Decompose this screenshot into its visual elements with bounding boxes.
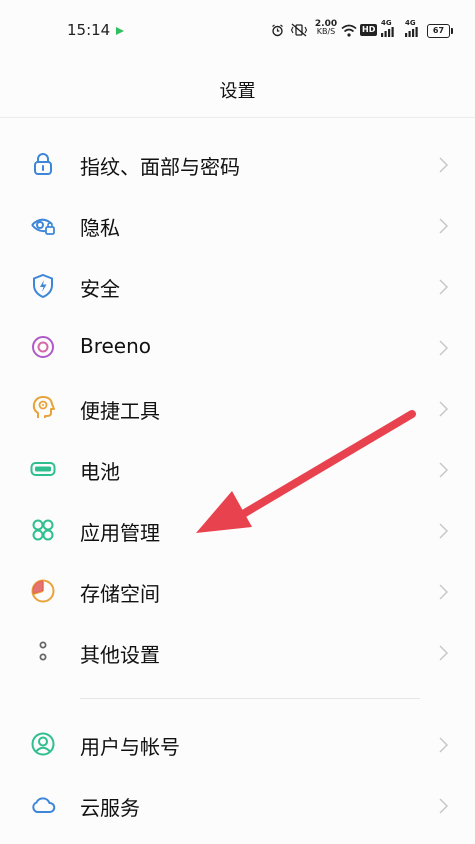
chevron-right-icon: [439, 584, 449, 600]
chevron-right-icon: [439, 737, 449, 753]
chevron-right-icon: [439, 340, 449, 356]
chevron-right-icon: [439, 279, 449, 295]
settings-item-users-accounts[interactable]: 用户与帐号: [0, 714, 475, 775]
status-time: 15:14: [67, 21, 111, 39]
chevron-right-icon: [439, 645, 449, 661]
cloud-icon: [32, 797, 56, 813]
hd-badge: HD: [360, 24, 378, 36]
privacy-eye-icon: [31, 218, 55, 235]
settings-item-label: 其他设置: [80, 643, 160, 667]
settings-item-other-settings[interactable]: 其他设置: [0, 622, 475, 683]
wifi-icon: [341, 24, 357, 37]
chevron-right-icon: [439, 798, 449, 814]
settings-item-label: 应用管理: [80, 521, 160, 545]
settings-item-storage[interactable]: 存储空间: [0, 561, 475, 622]
settings-item-fingerprint-face-password[interactable]: 指纹、面部与密码: [0, 134, 475, 195]
settings-item-breeno[interactable]: Breeno: [0, 317, 475, 378]
signal-1-icon: [381, 27, 394, 37]
app-notification-icon: [116, 27, 124, 35]
settings-item-label: 安全: [80, 277, 120, 301]
page-title: 设置: [219, 81, 256, 102]
title-bar: 设置: [0, 60, 475, 117]
battery-indicator: 67: [427, 24, 453, 38]
signal-2-label: 4G: [405, 19, 416, 27]
settings-item-label: 便捷工具: [80, 399, 160, 423]
settings-item-convenience-tools[interactable]: 便捷工具: [0, 378, 475, 439]
tools-head-icon: [32, 396, 55, 418]
chevron-right-icon: [439, 157, 449, 173]
apps-icon: [32, 519, 54, 541]
chevron-right-icon: [439, 218, 449, 234]
chevron-right-icon: [439, 401, 449, 417]
network-speed: 2.00 KB/S: [313, 20, 339, 36]
vibrate-mute-icon: [290, 23, 308, 37]
settings-item-label: Breeno: [80, 334, 152, 358]
network-speed-unit: KB/S: [316, 27, 336, 36]
lock-icon: [34, 153, 52, 175]
settings-item-label: 电池: [80, 460, 120, 484]
group-divider: [80, 698, 420, 699]
settings-item-app-management[interactable]: 应用管理: [0, 500, 475, 561]
chevron-right-icon: [439, 523, 449, 539]
settings-item-label: 云服务: [80, 796, 140, 820]
shield-icon: [33, 273, 53, 299]
settings-item-privacy[interactable]: 隐私: [0, 195, 475, 256]
settings-item-label: 指纹、面部与密码: [80, 155, 240, 179]
battery-icon: [30, 462, 56, 476]
user-icon: [31, 732, 55, 756]
title-divider: [0, 117, 475, 118]
alarm-icon: [272, 24, 283, 37]
battery-level: 67: [432, 26, 445, 35]
storage-pie-icon: [31, 579, 55, 603]
settings-item-label: 存储空间: [80, 582, 160, 606]
settings-item-battery[interactable]: 电池: [0, 439, 475, 500]
settings-item-security[interactable]: 安全: [0, 256, 475, 317]
settings-item-cloud-service[interactable]: 云服务: [0, 775, 475, 836]
settings-item-label: 用户与帐号: [80, 735, 180, 759]
chevron-right-icon: [439, 462, 449, 478]
signal-2-icon: [405, 27, 418, 37]
settings-item-label: 隐私: [80, 216, 120, 240]
status-bar: 15:14 2.00 KB/S HD 4G 4G 67: [0, 0, 475, 60]
signal-1-label: 4G: [381, 19, 392, 27]
breeno-icon: [32, 336, 54, 358]
more-dots-icon: [39, 641, 47, 661]
